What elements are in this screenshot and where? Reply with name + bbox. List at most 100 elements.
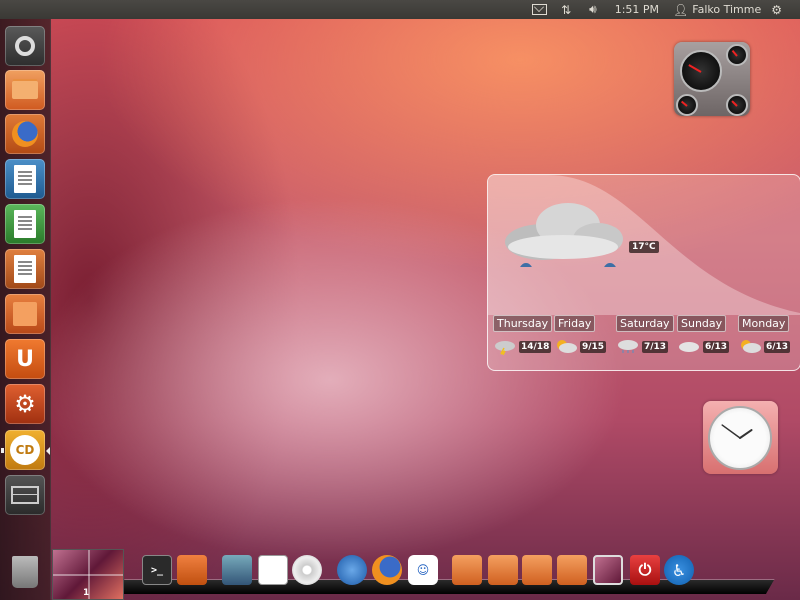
power-icon: ⏻ bbox=[638, 560, 652, 579]
folder-icon bbox=[12, 81, 38, 99]
launcher-cairo-dock[interactable]: CD bbox=[5, 430, 45, 470]
launcher-software-center[interactable] bbox=[5, 294, 45, 334]
dock-shutdown[interactable]: ⏻ bbox=[630, 555, 660, 585]
forecast-temp: 6/13 bbox=[764, 341, 791, 353]
sun-rain-icon bbox=[557, 340, 577, 353]
forecast-temp: 14/18 bbox=[519, 341, 552, 353]
volume-icon: 🔊︎ bbox=[589, 2, 597, 16]
dock-home-folder[interactable] bbox=[452, 555, 482, 585]
user-name: Falko Timme bbox=[692, 3, 762, 16]
dock-disc[interactable] bbox=[292, 555, 322, 585]
forecast-day[interactable]: Sunday 6/13 bbox=[677, 315, 730, 355]
terminal-icon: >_ bbox=[150, 564, 164, 576]
minute-hand bbox=[721, 424, 741, 439]
forecast-day-label: Friday bbox=[554, 315, 596, 332]
gauge-icon bbox=[726, 44, 748, 66]
gauge-needle bbox=[731, 49, 738, 57]
launcher-firefox[interactable] bbox=[5, 114, 45, 154]
dock-downloads-folder[interactable] bbox=[557, 555, 587, 585]
impress-icon bbox=[14, 255, 36, 283]
clock-face-icon bbox=[708, 406, 772, 470]
launcher-dash-home[interactable] bbox=[5, 26, 45, 66]
gear-icon: ⚙ bbox=[771, 2, 782, 17]
gauge-needle bbox=[680, 100, 688, 107]
running-indicator bbox=[1, 448, 4, 453]
thunderstorm-icon bbox=[495, 341, 515, 355]
dock-writer[interactable] bbox=[258, 555, 288, 585]
forecast-day[interactable]: Thursday 14/18 bbox=[493, 315, 553, 355]
active-indicator bbox=[46, 447, 50, 455]
session-indicator[interactable]: ⚙ bbox=[771, 3, 786, 17]
launcher: U ⚙ CD bbox=[0, 19, 51, 600]
chat-icon: ☺ bbox=[416, 563, 430, 577]
forecast-day[interactable]: Saturday 7/13 bbox=[616, 315, 674, 355]
dock-show-desktop[interactable] bbox=[593, 555, 623, 585]
forecast-temp: 7/13 bbox=[642, 341, 669, 353]
writer-icon bbox=[14, 165, 36, 193]
workspace-icon bbox=[11, 486, 39, 504]
firefox-icon bbox=[12, 121, 38, 147]
network-icon: ⇅ bbox=[561, 2, 572, 17]
store-icon bbox=[13, 302, 37, 326]
user-indicator[interactable]: 👤︎ Falko Timme bbox=[673, 3, 761, 17]
settings-icon: ⚙ bbox=[14, 390, 36, 418]
panel-time: 1:51 PM bbox=[614, 3, 660, 16]
workspace-number: 1 bbox=[83, 588, 90, 598]
hour-hand bbox=[739, 429, 753, 439]
clock-hands bbox=[721, 424, 753, 439]
dock-system-monitor[interactable] bbox=[222, 555, 252, 585]
workspace-switcher-thumbnail[interactable]: 1 bbox=[52, 549, 124, 600]
top-panel: ⇅ 🔊︎ 1:51 PM 👤︎ Falko Timme ⚙ bbox=[0, 0, 800, 19]
cloud-icon bbox=[679, 342, 699, 352]
cairo-dock: 1 >_ ☺ ⏻ ♿ bbox=[52, 549, 800, 600]
dock-documents-folder[interactable] bbox=[488, 555, 518, 585]
launcher-workspace-switcher[interactable] bbox=[5, 475, 45, 515]
launcher-trash[interactable] bbox=[5, 552, 45, 592]
forecast-temp: 9/15 bbox=[580, 341, 607, 353]
sun-rain-icon bbox=[741, 340, 761, 353]
system-gauge-widget[interactable] bbox=[674, 42, 750, 116]
dock-firefox[interactable] bbox=[372, 555, 402, 585]
dock-software-center[interactable] bbox=[177, 555, 207, 585]
launcher-home-folder[interactable] bbox=[5, 70, 45, 110]
volume-indicator[interactable]: 🔊︎ bbox=[589, 2, 601, 17]
gauge-icon bbox=[726, 94, 748, 116]
cpu-gauge-icon bbox=[680, 50, 722, 92]
launcher-libreoffice-writer[interactable] bbox=[5, 159, 45, 199]
dock-recent-folder[interactable] bbox=[522, 555, 552, 585]
dock-empathy[interactable]: ☺ bbox=[408, 555, 438, 585]
cairo-dock-icon: CD bbox=[10, 435, 40, 465]
dock-terminal[interactable]: >_ bbox=[142, 555, 172, 585]
forecast-day[interactable]: Monday 6/13 bbox=[738, 315, 791, 355]
ubuntu-logo-icon bbox=[15, 36, 35, 56]
clock-indicator[interactable]: 1:51 PM bbox=[615, 3, 659, 16]
forecast-day[interactable]: Friday 9/15 bbox=[554, 315, 607, 355]
rain-cloud-icon bbox=[505, 203, 623, 267]
dock-accessibility[interactable]: ♿ bbox=[664, 555, 694, 585]
mail-icon[interactable] bbox=[532, 4, 548, 15]
gauge-needle bbox=[688, 64, 702, 73]
network-indicator[interactable]: ⇅ bbox=[561, 3, 575, 17]
accessibility-icon: ♿ bbox=[671, 560, 687, 580]
forecast-day-label: Sunday bbox=[677, 315, 727, 332]
dock-thunderbird[interactable] bbox=[337, 555, 367, 585]
calc-icon bbox=[14, 210, 36, 238]
ubuntu-one-icon: U bbox=[16, 346, 34, 372]
launcher-system-settings[interactable]: ⚙ bbox=[5, 384, 45, 424]
launcher-libreoffice-impress[interactable] bbox=[5, 249, 45, 289]
launcher-ubuntu-one[interactable]: U bbox=[5, 339, 45, 379]
weather-widget[interactable]: 17°C Thursday 14/18 Friday 9/15 Saturday bbox=[487, 174, 800, 371]
forecast-temp: 6/13 bbox=[703, 341, 730, 353]
cairo-dock-label: CD bbox=[15, 443, 35, 457]
gauge-needle bbox=[731, 100, 738, 107]
user-icon: 👤︎ bbox=[673, 2, 689, 17]
forecast-day-label: Saturday bbox=[616, 315, 674, 332]
clock-widget[interactable] bbox=[703, 401, 778, 474]
forecast-day-label: Monday bbox=[738, 315, 790, 332]
gauge-icon bbox=[676, 94, 698, 116]
current-temperature: 17°C bbox=[629, 241, 659, 253]
rain-icon bbox=[618, 340, 638, 353]
launcher-libreoffice-calc[interactable] bbox=[5, 204, 45, 244]
trash-icon bbox=[12, 556, 38, 588]
forecast-day-label: Thursday bbox=[493, 315, 553, 332]
